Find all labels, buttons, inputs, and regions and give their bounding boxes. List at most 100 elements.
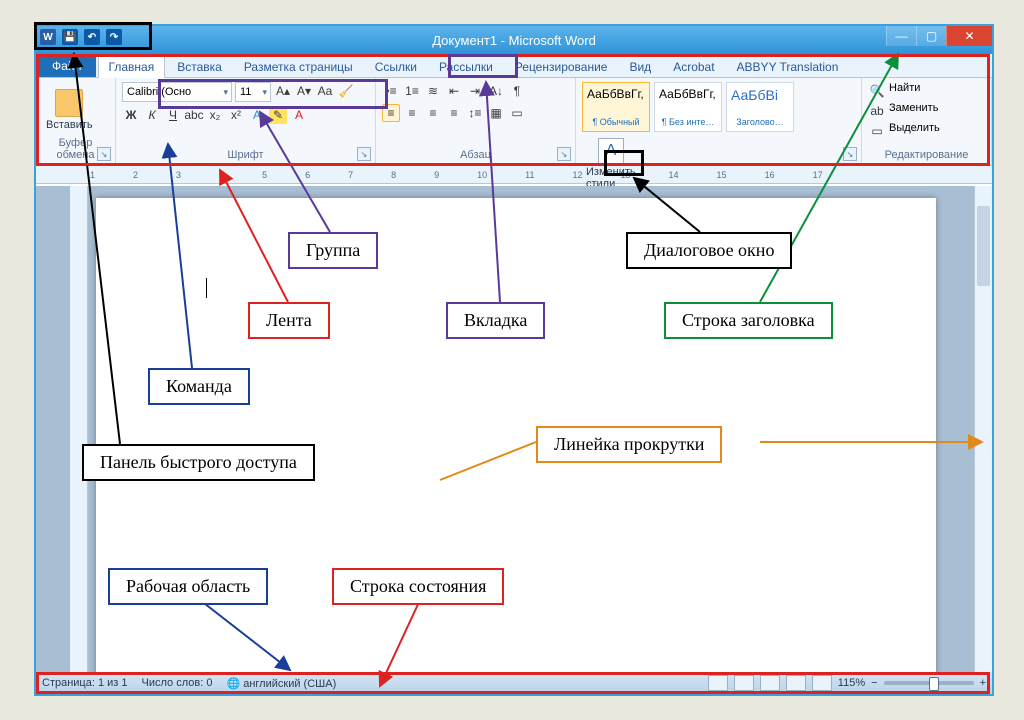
- group-styles: АаБбВвГг, ¶ Обычный АаБбВвГг, ¶ Без инте…: [576, 78, 862, 165]
- paste-button[interactable]: Вставить: [42, 87, 97, 133]
- italic-icon[interactable]: К: [143, 106, 161, 124]
- text-cursor: [206, 278, 207, 298]
- group-font: Calibri (Осно 11 A▴ A▾ Aa 🧹 Ж К Ч abc x₂…: [116, 78, 376, 165]
- tab-file[interactable]: Файл: [38, 55, 96, 77]
- find-label: Найти: [889, 82, 920, 100]
- view-draft[interactable]: [812, 675, 832, 691]
- group-paragraph-label: Абзац: [382, 149, 569, 163]
- select-button[interactable]: ▭Выделить: [868, 122, 940, 140]
- maximize-button[interactable]: ▢: [916, 26, 946, 46]
- highlight-icon[interactable]: ✎: [269, 106, 287, 124]
- tab-layout[interactable]: Разметка страницы: [234, 56, 363, 77]
- callout-group: Группа: [288, 232, 378, 269]
- text-effects-icon[interactable]: A: [248, 106, 266, 124]
- case-icon[interactable]: Aa: [316, 82, 334, 100]
- status-lang[interactable]: 🌐 английский (США): [226, 677, 336, 690]
- style-heading-label: Заголово…: [731, 117, 789, 127]
- grow-font-icon[interactable]: A▴: [274, 82, 292, 100]
- decrease-indent-icon[interactable]: ⇤: [445, 82, 463, 100]
- bullet-list-icon[interactable]: •≡: [382, 82, 400, 100]
- align-right-icon[interactable]: ≡: [424, 104, 442, 122]
- shading-icon[interactable]: ▦: [487, 104, 505, 122]
- window-title: Документ1 - Microsoft Word: [432, 33, 596, 48]
- number-list-icon[interactable]: 1≡: [403, 82, 421, 100]
- undo-icon[interactable]: ↶: [84, 29, 100, 45]
- status-words[interactable]: Число слов: 0: [142, 677, 213, 689]
- style-nospace[interactable]: АаБбВвГг, ¶ Без инте…: [654, 82, 722, 132]
- select-label: Выделить: [889, 122, 940, 140]
- status-bar: Страница: 1 из 1 Число слов: 0 🌐 английс…: [36, 672, 992, 694]
- paragraph-dialog-launcher[interactable]: ↘: [557, 147, 571, 161]
- group-clipboard: Вставить Буфер обмена ↘: [36, 78, 116, 165]
- multilevel-list-icon[interactable]: ≋: [424, 82, 442, 100]
- tab-insert[interactable]: Вставка: [167, 56, 232, 77]
- zoom-out-button[interactable]: −: [871, 677, 877, 689]
- find-button[interactable]: 🔍Найти: [868, 82, 920, 100]
- change-styles-icon: A: [598, 138, 624, 164]
- callout-statusbar: Строка состояния: [332, 568, 504, 605]
- quick-access-toolbar[interactable]: W 💾 ↶ ↷: [40, 29, 122, 45]
- underline-icon[interactable]: Ч: [164, 106, 182, 124]
- subscript-icon[interactable]: x₂: [206, 106, 224, 124]
- tab-review[interactable]: Рецензирование: [505, 56, 618, 77]
- ribbon: Вставить Буфер обмена ↘ Calibri (Осно 11…: [36, 78, 992, 166]
- tab-acrobat[interactable]: Acrobat: [663, 56, 724, 77]
- shrink-font-icon[interactable]: A▾: [295, 82, 313, 100]
- group-editing-label: Редактирование: [868, 149, 985, 163]
- view-print-layout[interactable]: [708, 675, 728, 691]
- close-button[interactable]: ✕: [946, 26, 992, 46]
- zoom-slider[interactable]: [884, 681, 974, 685]
- status-zoom[interactable]: 115%: [838, 677, 865, 689]
- zoom-in-button[interactable]: +: [980, 677, 986, 689]
- clear-format-icon[interactable]: 🧹: [337, 82, 355, 100]
- show-marks-icon[interactable]: ¶: [508, 82, 526, 100]
- tab-view[interactable]: Вид: [619, 56, 661, 77]
- find-icon: 🔍: [868, 82, 886, 100]
- style-heading[interactable]: АаБбВі Заголово…: [726, 82, 794, 132]
- ribbon-tabs: Файл Главная Вставка Разметка страницы С…: [36, 54, 992, 78]
- title-bar: W 💾 ↶ ↷ Документ1 - Microsoft Word — ▢ ✕: [36, 26, 992, 54]
- line-spacing-icon[interactable]: ↕≡: [466, 104, 484, 122]
- save-icon[interactable]: 💾: [62, 29, 78, 45]
- tab-abbyy[interactable]: ABBYY Translation: [727, 56, 849, 77]
- scrollbar-thumb[interactable]: [977, 206, 990, 286]
- select-icon: ▭: [868, 122, 886, 140]
- font-name-select[interactable]: Calibri (Осно: [122, 82, 232, 102]
- style-normal[interactable]: АаБбВвГг, ¶ Обычный: [582, 82, 650, 132]
- align-center-icon[interactable]: ≡: [403, 104, 421, 122]
- vertical-scrollbar[interactable]: [974, 186, 992, 672]
- clipboard-dialog-launcher[interactable]: ↘: [97, 147, 111, 161]
- callout-titlebar: Строка заголовка: [664, 302, 833, 339]
- font-color-icon[interactable]: A: [290, 106, 308, 124]
- align-left-icon[interactable]: ≡: [382, 104, 400, 122]
- view-web[interactable]: [760, 675, 780, 691]
- status-lang-text: английский (США): [243, 678, 336, 690]
- superscript-icon[interactable]: x²: [227, 106, 245, 124]
- increase-indent-icon[interactable]: ⇥: [466, 82, 484, 100]
- redo-icon[interactable]: ↷: [106, 29, 122, 45]
- paste-icon: [55, 89, 83, 117]
- callout-scroll: Линейка прокрутки: [536, 426, 722, 463]
- change-styles-button[interactable]: A Изменить стили: [582, 136, 640, 192]
- callout-ribbon: Лента: [248, 302, 330, 339]
- view-fullscreen[interactable]: [734, 675, 754, 691]
- sort-icon[interactable]: A↓: [487, 82, 505, 100]
- font-dialog-launcher[interactable]: ↘: [357, 147, 371, 161]
- font-size-select[interactable]: 11: [235, 82, 271, 102]
- vertical-ruler[interactable]: [70, 186, 88, 672]
- tab-mail[interactable]: Рассылки: [429, 56, 503, 77]
- bold-icon[interactable]: Ж: [122, 106, 140, 124]
- status-page[interactable]: Страница: 1 из 1: [42, 677, 128, 689]
- style-sample: АаБбВвГг,: [587, 87, 645, 101]
- minimize-button[interactable]: —: [886, 26, 916, 46]
- borders-icon[interactable]: ▭: [508, 104, 526, 122]
- tab-refs[interactable]: Ссылки: [365, 56, 427, 77]
- view-outline[interactable]: [786, 675, 806, 691]
- group-font-label: Шрифт: [122, 149, 369, 163]
- styles-dialog-launcher[interactable]: ↘: [843, 147, 857, 161]
- tab-home[interactable]: Главная: [98, 55, 166, 78]
- justify-icon[interactable]: ≡: [445, 104, 463, 122]
- replace-button[interactable]: abЗаменить: [868, 102, 938, 120]
- style-nospace-label: ¶ Без инте…: [659, 117, 717, 127]
- strike-icon[interactable]: abc: [185, 106, 203, 124]
